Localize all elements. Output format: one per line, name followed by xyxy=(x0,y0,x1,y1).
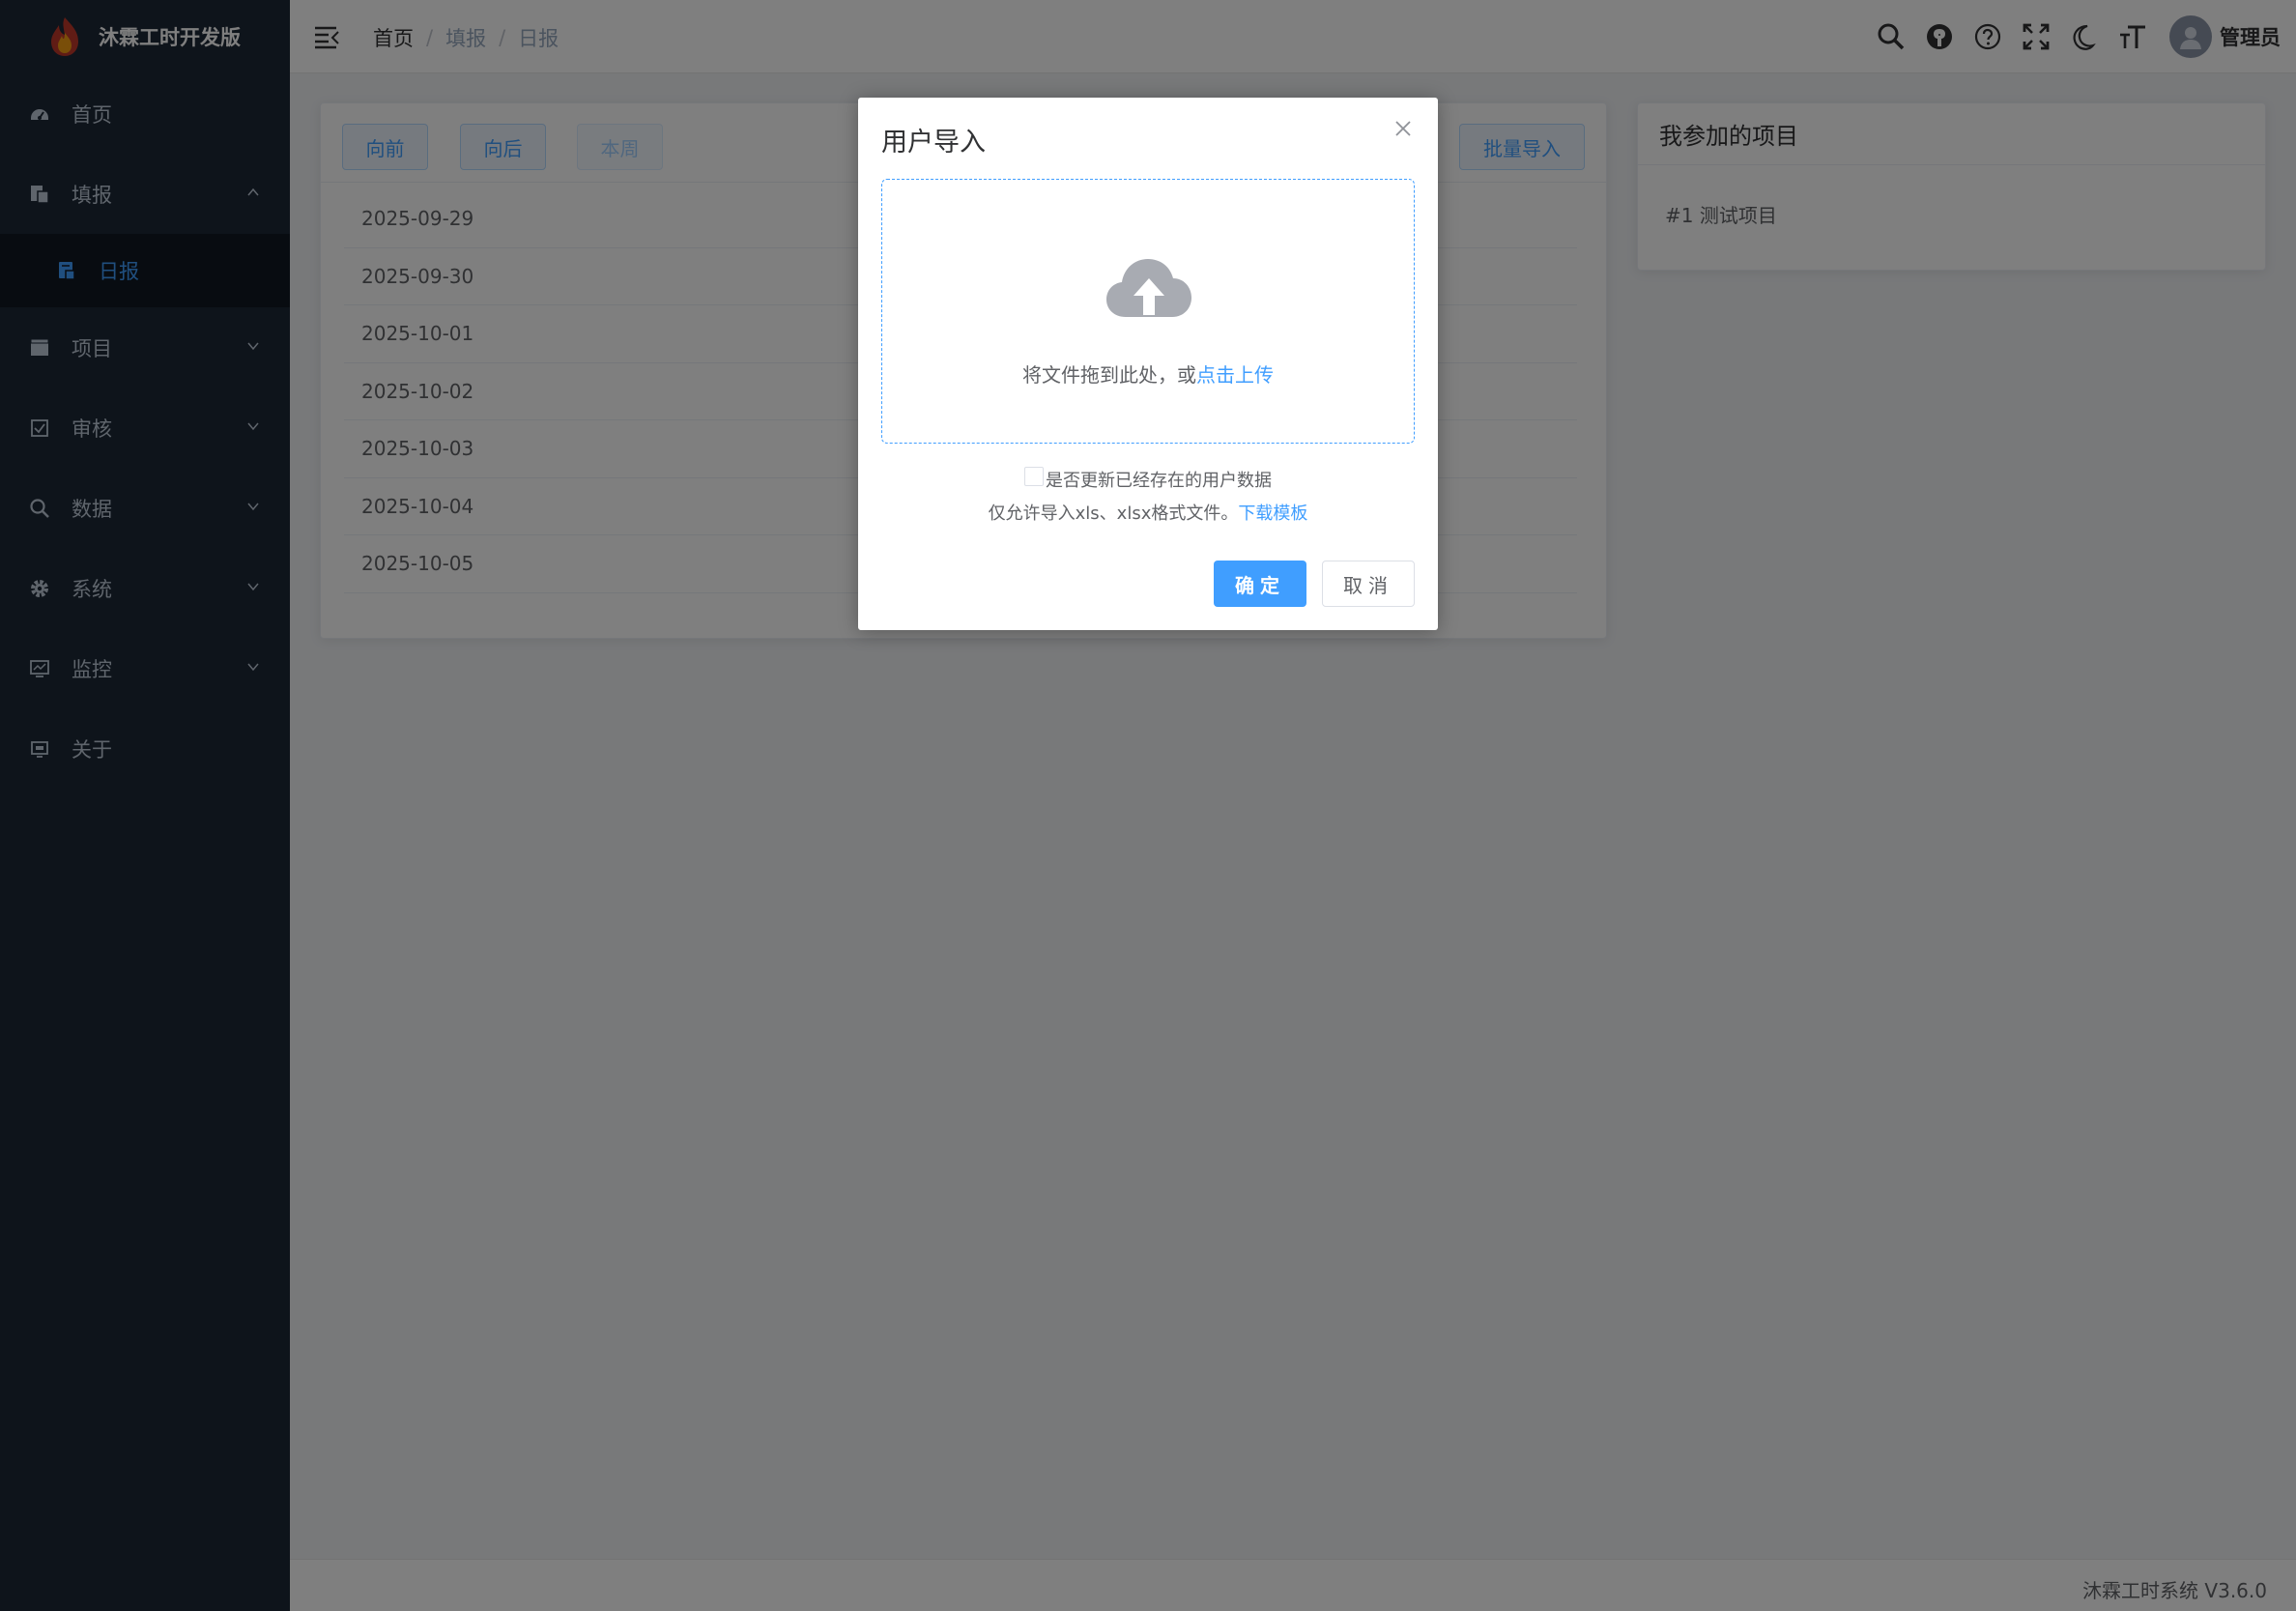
download-template-link[interactable]: 下载模板 xyxy=(1238,503,1307,524)
update-existing-label[interactable]: 是否更新已经存在的用户数据 xyxy=(1046,467,1272,492)
drop-text: 将文件拖到此处，或点击上传 xyxy=(882,360,1414,388)
dialog-title: 用户导入 xyxy=(881,128,986,158)
cancel-button[interactable]: 取消 xyxy=(1322,561,1415,607)
upload-dropzone[interactable]: 将文件拖到此处，或点击上传 xyxy=(881,179,1415,444)
update-existing-checkbox[interactable] xyxy=(1024,467,1044,486)
close-icon[interactable] xyxy=(1393,119,1413,138)
drop-hint: 将文件拖到此处，或 xyxy=(1022,363,1196,387)
upload-tip-text: 仅允许导入xls、xlsx格式文件。 xyxy=(988,503,1239,524)
cloud-upload-icon xyxy=(1106,259,1191,317)
upload-tip: 仅允许导入xls、xlsx格式文件。下载模板 xyxy=(858,500,1438,525)
click-upload-link[interactable]: 点击上传 xyxy=(1196,363,1274,387)
update-existing-row: 是否更新已经存在的用户数据 xyxy=(858,467,1438,492)
user-import-dialog: 用户导入 将文件拖到此处，或点击上传 是否更新已经存在的用户数据 仅允许导入xl… xyxy=(858,98,1438,630)
confirm-button[interactable]: 确定 xyxy=(1214,561,1306,607)
